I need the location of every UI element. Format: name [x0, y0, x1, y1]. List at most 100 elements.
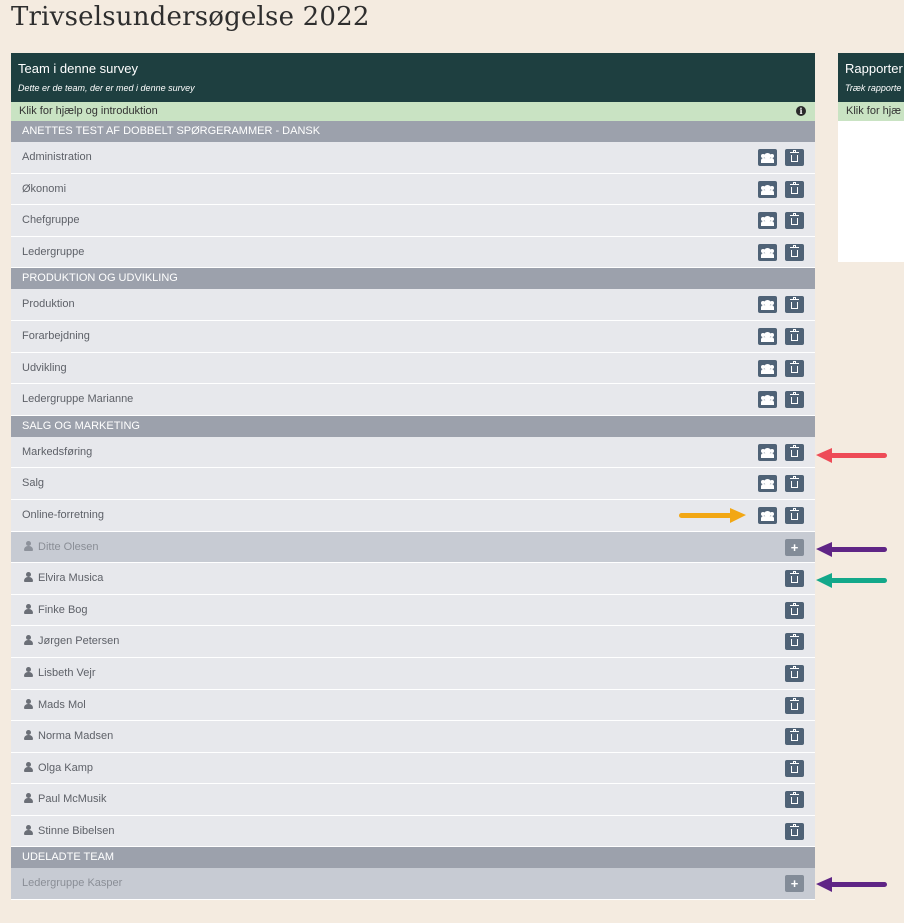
help-bar[interactable]: Klik for hjælp og introduktion i — [11, 102, 815, 121]
member-name: Elvira Musica — [38, 572, 104, 585]
team-row[interactable]: Produktion — [11, 289, 815, 321]
users-icon — [761, 331, 774, 342]
delete-button[interactable] — [785, 180, 804, 198]
trash-icon — [790, 476, 799, 489]
team-members-button[interactable] — [758, 443, 777, 461]
delete-button[interactable] — [785, 475, 804, 493]
user-icon — [24, 698, 33, 709]
user-icon — [24, 761, 33, 772]
delete-button[interactable] — [785, 391, 804, 409]
team-row[interactable]: Udvikling — [11, 352, 815, 385]
add-button[interactable]: + — [785, 538, 804, 556]
delete-button[interactable] — [785, 443, 804, 461]
trash-icon — [790, 760, 799, 773]
page-title: Trivselsundersøgelse 2022 — [11, 2, 370, 32]
plus-icon: + — [790, 539, 799, 555]
delete-button[interactable] — [785, 359, 804, 377]
member-row[interactable]: Mads Mol — [11, 689, 815, 722]
delete-button[interactable] — [785, 664, 804, 682]
trash-icon — [790, 571, 799, 584]
member-name: Lisbeth Vejr — [38, 666, 96, 679]
member-row[interactable]: Olga Kamp — [11, 752, 815, 785]
team-members-button[interactable] — [758, 327, 777, 345]
plus-icon: + — [790, 876, 799, 892]
delete-button[interactable] — [785, 791, 804, 809]
users-icon — [761, 479, 774, 490]
member-row[interactable]: Lisbeth Vejr — [11, 657, 815, 690]
team-members-button[interactable] — [758, 296, 777, 314]
team-row[interactable]: Økonomi — [11, 173, 815, 206]
trash-icon — [790, 392, 799, 405]
team-row[interactable]: Markedsføring — [11, 436, 815, 469]
member-row[interactable]: Jørgen Petersen — [11, 626, 815, 658]
team-panel: Team i denne survey Dette er de team, de… — [11, 53, 815, 901]
member-row[interactable]: Elvira Musica — [11, 563, 815, 595]
team-members-button[interactable] — [758, 243, 777, 261]
delete-button[interactable] — [785, 696, 804, 714]
team-row[interactable]: Chefgruppe — [11, 205, 815, 237]
user-icon — [24, 666, 33, 677]
team-row[interactable]: Salg — [11, 468, 815, 500]
member-row[interactable]: Ditte Olesen + — [11, 531, 815, 564]
team-name: Produktion — [22, 298, 75, 311]
user-icon — [24, 540, 33, 551]
trash-icon — [790, 602, 799, 615]
team-members-button[interactable] — [758, 475, 777, 493]
team-members-button[interactable] — [758, 391, 777, 409]
reports-panel-title: Rapporter — [845, 61, 903, 76]
team-name: Økonomi — [22, 182, 67, 195]
team-row[interactable]: Ledergruppe — [11, 236, 815, 269]
member-name: Stinne Bibelsen — [38, 824, 115, 837]
team-name: Chefgruppe — [22, 214, 80, 227]
excluded-team-row[interactable]: Ledergruppe Kasper + — [11, 868, 815, 901]
delete-button[interactable] — [785, 296, 804, 314]
delete-button[interactable] — [785, 243, 804, 261]
group-header: PRODUKTION OG UDVIKLING — [11, 268, 815, 290]
member-row[interactable]: Finke Bog — [11, 594, 815, 627]
delete-button[interactable] — [785, 212, 804, 230]
delete-button[interactable] — [785, 570, 804, 588]
purple-arrow-icon — [816, 877, 887, 892]
member-row[interactable]: Stinne Bibelsen — [11, 815, 815, 848]
trash-icon — [790, 729, 799, 742]
member-name: Jørgen Petersen — [38, 635, 120, 648]
team-name: Markedsføring — [22, 445, 93, 458]
delete-button[interactable] — [785, 506, 804, 524]
users-icon — [761, 447, 774, 458]
member-row[interactable]: Paul McMusik — [11, 784, 815, 816]
delete-button[interactable] — [785, 728, 804, 746]
orange-arrow-icon — [679, 508, 746, 523]
team-row[interactable]: Forarbejdning — [11, 320, 815, 353]
delete-button[interactable] — [785, 759, 804, 777]
team-panel-title: Team i denne survey — [18, 61, 138, 76]
reports-panel-subtitle: Træk rapporte — [845, 83, 902, 93]
delete-button[interactable] — [785, 822, 804, 840]
member-name: Norma Madsen — [38, 730, 114, 743]
trash-icon — [790, 444, 799, 457]
trash-icon — [790, 360, 799, 373]
trash-icon — [790, 244, 799, 257]
team-members-button[interactable] — [758, 506, 777, 524]
delete-button[interactable] — [785, 327, 804, 345]
team-members-button[interactable] — [758, 359, 777, 377]
trash-icon — [790, 634, 799, 647]
member-row[interactable]: Norma Madsen — [11, 721, 815, 753]
trash-icon — [790, 297, 799, 310]
delete-button[interactable] — [785, 601, 804, 619]
team-row[interactable]: Ledergruppe Marianne — [11, 384, 815, 416]
team-row[interactable]: Administration — [11, 142, 815, 174]
users-icon — [761, 363, 774, 374]
team-members-button[interactable] — [758, 212, 777, 230]
delete-button[interactable] — [785, 149, 804, 166]
info-icon[interactable]: i — [796, 106, 806, 116]
add-button[interactable]: + — [785, 875, 804, 893]
help-label: Klik for hjælp og introduktion — [19, 105, 158, 117]
team-name: Ledergruppe Marianne — [22, 393, 134, 406]
reports-help-bar[interactable]: Klik for hjæ — [838, 102, 904, 121]
team-members-button[interactable] — [758, 180, 777, 198]
delete-button[interactable] — [785, 633, 804, 651]
team-members-button[interactable] — [758, 149, 777, 166]
users-icon — [761, 395, 774, 406]
team-name: Ledergruppe Kasper — [22, 877, 123, 890]
member-name: Finke Bog — [38, 603, 88, 616]
